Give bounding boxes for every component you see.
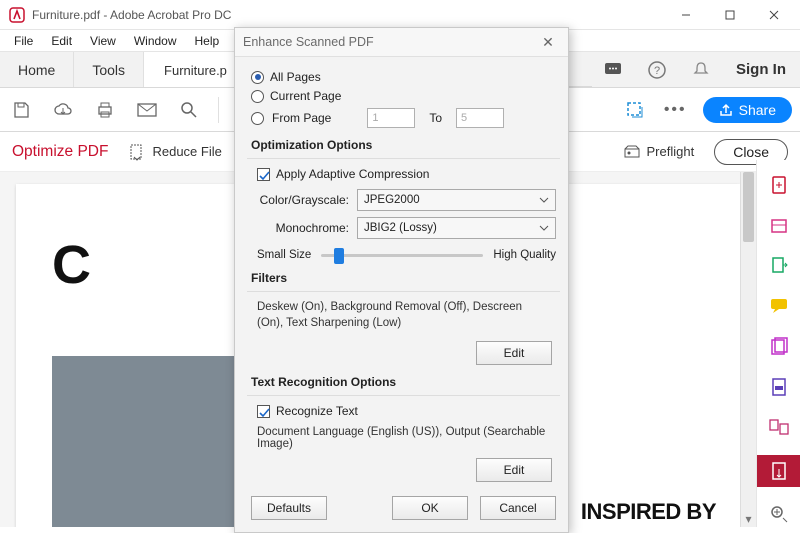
share-label: Share (739, 102, 776, 118)
rail-optimize-icon[interactable] (757, 455, 800, 487)
monochrome-select[interactable]: JBIG2 (Lossy) (357, 217, 556, 239)
radio-icon (251, 90, 264, 103)
mail-icon[interactable] (134, 97, 160, 123)
filters-header: Filters (251, 271, 556, 285)
menu-edit[interactable]: Edit (43, 32, 80, 50)
text-recognition-summary: Document Language (English (US)), Output… (257, 426, 550, 450)
save-icon[interactable] (8, 97, 34, 123)
share-icon (719, 103, 733, 117)
menu-view[interactable]: View (82, 32, 124, 50)
scroll-thumb[interactable] (743, 172, 754, 242)
radio-from-page[interactable]: From Page 1 To 5 (251, 108, 556, 128)
text-recognition-edit-button[interactable]: Edit (476, 458, 552, 482)
document-text: INSPIRED BY (581, 499, 716, 525)
tab-tools[interactable]: Tools (74, 52, 144, 87)
sign-in-button[interactable]: Sign In (722, 52, 800, 87)
menu-help[interactable]: Help (187, 32, 228, 50)
from-page-input[interactable]: 1 (367, 108, 415, 128)
radio-all-pages[interactable]: All Pages (251, 70, 556, 84)
preflight-icon (623, 143, 641, 161)
checkbox-icon (257, 405, 270, 418)
optimization-options-header: Optimization Options (251, 138, 556, 152)
rail-protect-icon[interactable] (765, 414, 793, 440)
radio-current-page[interactable]: Current Page (251, 89, 556, 103)
print-icon[interactable] (92, 97, 118, 123)
vertical-scrollbar[interactable]: ▴ ▾ (740, 172, 756, 527)
rail-comment-icon[interactable] (765, 293, 793, 319)
color-grayscale-label: Color/Grayscale: (257, 193, 349, 207)
filters-edit-button[interactable]: Edit (476, 341, 552, 365)
svg-text:?: ? (654, 65, 660, 77)
rail-more-icon[interactable] (765, 501, 793, 527)
cancel-button[interactable]: Cancel (480, 496, 556, 520)
rail-create-icon[interactable] (765, 172, 793, 198)
defaults-button[interactable]: Defaults (251, 496, 327, 520)
monochrome-label: Monochrome: (257, 221, 349, 235)
radio-icon (251, 71, 264, 84)
slider-thumb[interactable] (334, 248, 344, 264)
more-icon[interactable]: ••• (664, 101, 687, 119)
dialog-title-bar[interactable]: Enhance Scanned PDF ✕ (235, 28, 568, 57)
maximize-button[interactable] (708, 3, 752, 27)
tab-home[interactable]: Home (0, 52, 74, 87)
chat-icon[interactable] (600, 57, 626, 83)
reduce-icon (128, 143, 146, 161)
menu-window[interactable]: Window (126, 32, 185, 50)
rail-organize-icon[interactable] (765, 334, 793, 360)
radio-icon (251, 112, 264, 125)
window-title: Furniture.pdf - Adobe Acrobat Pro DC (32, 8, 664, 22)
chevron-down-icon (538, 194, 550, 206)
enhance-scanned-pdf-dialog: Enhance Scanned PDF ✕ All Pages Current … (234, 27, 569, 533)
dialog-close-button[interactable]: ✕ (536, 34, 560, 51)
minimize-button[interactable] (664, 3, 708, 27)
dialog-title: Enhance Scanned PDF (243, 35, 374, 49)
rail-export-icon[interactable] (765, 253, 793, 279)
preflight-button[interactable]: Preflight (623, 143, 695, 161)
bell-icon[interactable] (688, 57, 714, 83)
adaptive-compression-checkbox[interactable]: Apply Adaptive Compression (257, 167, 556, 181)
recognize-text-checkbox[interactable]: Recognize Text (257, 404, 556, 418)
share-button[interactable]: Share (703, 97, 792, 123)
cloud-icon[interactable] (50, 97, 76, 123)
quality-slider[interactable] (321, 254, 483, 257)
search-icon[interactable] (176, 97, 202, 123)
menu-file[interactable]: File (6, 32, 41, 50)
ok-button[interactable]: OK (392, 496, 468, 520)
rail-redact-icon[interactable] (765, 374, 793, 400)
to-page-input[interactable]: 5 (456, 108, 504, 128)
tab-document[interactable]: Furniture.p (144, 52, 248, 87)
reduce-file-button[interactable]: Reduce File (128, 143, 221, 161)
filters-summary: Deskew (On), Background Removal (Off), D… (257, 300, 550, 331)
close-window-button[interactable] (752, 3, 796, 27)
acrobat-icon (8, 6, 26, 24)
rail-edit-icon[interactable] (765, 212, 793, 238)
crop-icon[interactable] (622, 97, 648, 123)
title-bar: Furniture.pdf - Adobe Acrobat Pro DC (0, 0, 800, 30)
optimize-pdf-label: Optimize PDF (12, 143, 108, 161)
color-grayscale-select[interactable]: JPEG2000 (357, 189, 556, 211)
help-icon[interactable]: ? (644, 57, 670, 83)
small-size-label: Small Size (257, 249, 311, 261)
text-recognition-header: Text Recognition Options (251, 375, 556, 389)
tools-rail (756, 160, 800, 527)
high-quality-label: High Quality (493, 249, 556, 261)
checkbox-icon (257, 168, 270, 181)
scroll-down-icon[interactable]: ▾ (741, 511, 756, 527)
chevron-down-icon (538, 222, 550, 234)
